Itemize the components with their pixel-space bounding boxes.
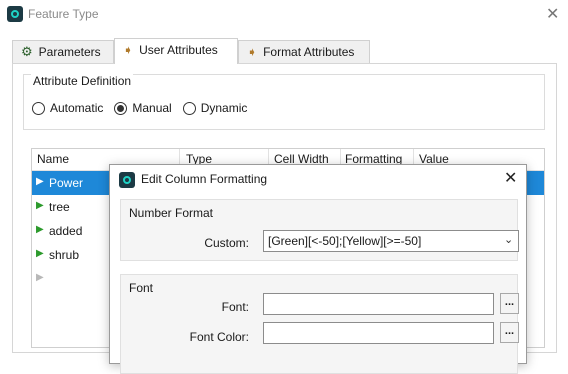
close-icon[interactable]: ✕: [504, 168, 517, 188]
custom-format-select[interactable]: [Green][<-50];[Yellow][>=-50] ⌄: [263, 230, 519, 252]
row-arrow-icon: ▶: [36, 224, 44, 235]
radio-manual[interactable]: Manual: [114, 101, 172, 115]
tab-label: User Attributes: [139, 43, 218, 57]
row-name: shrub: [49, 248, 80, 262]
app-logo-icon: [7, 6, 23, 22]
tab-label: Format Attributes: [263, 45, 355, 59]
app-logo-icon: [119, 172, 135, 188]
radio-label: Manual: [132, 101, 172, 115]
font-group: Font Font: ... Font Color: ...: [120, 274, 519, 374]
window-title: Feature Type: [28, 7, 99, 21]
group-title: Number Format: [129, 206, 214, 220]
custom-format-value: [Green][<-50];[Yellow][>=-50]: [268, 234, 422, 248]
row-name: added: [49, 224, 83, 238]
radio-automatic[interactable]: Automatic: [32, 101, 103, 115]
row-name: tree: [49, 200, 70, 214]
column-header-name[interactable]: Name: [37, 152, 69, 166]
tab-parameters[interactable]: ⚙ Parameters: [12, 40, 114, 64]
number-format-group: Number Format Custom: [Green][<-50];[Yel…: [120, 199, 519, 261]
font-color-browse-button[interactable]: ...: [500, 322, 519, 343]
attribute-definition-group: Attribute Definition Automatic Manual Dy…: [23, 74, 545, 130]
custom-format-label: Custom:: [204, 236, 249, 250]
window-title-bar: Feature Type ✕: [0, 0, 568, 30]
font-browse-button[interactable]: ...: [500, 293, 519, 314]
close-icon[interactable]: ✕: [546, 4, 559, 24]
group-title: Attribute Definition: [31, 74, 134, 88]
gear-icon: ⚙: [21, 44, 33, 59]
arrow-right-icon: ➧: [123, 43, 134, 57]
tab-user-attributes[interactable]: ➧ User Attributes: [114, 38, 238, 64]
radio-dynamic[interactable]: Dynamic: [182, 101, 248, 115]
radio-label: Dynamic: [200, 101, 248, 115]
row-arrow-icon: ▶: [36, 272, 44, 283]
row-arrow-icon: ▶: [36, 248, 44, 259]
font-color-field[interactable]: [263, 322, 494, 344]
font-field[interactable]: [263, 293, 494, 315]
radio-group: Automatic Manual Dynamic: [32, 101, 258, 115]
group-title: Font: [129, 281, 154, 295]
row-name: Power: [49, 176, 84, 190]
tab-format-attributes[interactable]: ➧ Format Attributes: [238, 40, 370, 64]
dialog-title: Edit Column Formatting: [141, 172, 268, 186]
arrow-right-icon: ➧: [247, 45, 258, 59]
tab-label: Parameters: [38, 45, 101, 59]
radio-button[interactable]: [32, 101, 45, 115]
row-arrow-icon: ▶: [36, 200, 44, 211]
row-arrow-icon: ▶: [36, 176, 44, 187]
radio-button[interactable]: [114, 101, 128, 115]
chevron-down-icon: ⌄: [504, 234, 514, 246]
font-label: Font:: [221, 300, 249, 314]
radio-button[interactable]: [182, 101, 196, 115]
edit-column-formatting-dialog: Edit Column Formatting ✕ Number Format C…: [109, 164, 527, 374]
radio-label: Automatic: [50, 101, 104, 115]
